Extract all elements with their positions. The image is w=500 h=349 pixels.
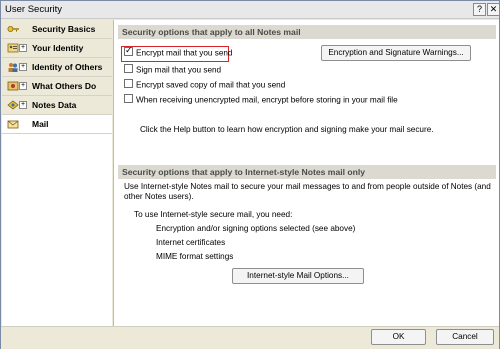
section-header-internet-mail: Security options that apply to Internet-…	[118, 165, 496, 179]
shield-icon	[7, 81, 19, 91]
window-title: User Security	[5, 4, 63, 15]
checkbox[interactable]	[124, 94, 133, 104]
expand-toggle[interactable]: +	[19, 101, 27, 109]
user-security-dialog: User Security ? ✕ Security Basics + Your…	[0, 0, 500, 349]
checkbox-label: Encrypt saved copy of mail that you send	[136, 80, 286, 90]
expand-toggle[interactable]: +	[19, 44, 27, 52]
encryption-warnings-button[interactable]: Encryption and Signature Warnings...	[321, 45, 471, 61]
help-button[interactable]: ?	[473, 3, 486, 16]
sidebar-item-identity-of-others[interactable]: + Identity of Others	[2, 58, 112, 77]
sidebar-item-label: What Others Do	[32, 81, 97, 91]
sidebar-item-label: Security Basics	[32, 24, 96, 34]
mail-settings-panel: Security options that apply to all Notes…	[113, 20, 499, 326]
sign-mail-checkbox[interactable]: Sign mail that you send	[124, 64, 222, 77]
ok-button[interactable]: OK	[371, 329, 426, 345]
sidebar-item-security-basics[interactable]: Security Basics	[2, 20, 112, 39]
expand-toggle[interactable]: +	[19, 82, 27, 90]
title-bar: User Security ? ✕	[1, 1, 500, 19]
dialog-footer: OK Cancel	[1, 326, 499, 349]
internet-mail-options-button[interactable]: Internet-style Mail Options...	[232, 268, 364, 284]
checkbox-label: Encrypt mail that you send	[136, 48, 233, 58]
checkbox-checked[interactable]	[124, 45, 133, 57]
mail-envelope-icon	[7, 120, 19, 129]
section-header-notes-mail: Security options that apply to all Notes…	[118, 25, 496, 39]
sidebar-item-label: Identity of Others	[32, 62, 103, 72]
sidebar-item-label: Notes Data	[32, 100, 77, 110]
internet-intro-text: Use Internet-style Notes mail to secure …	[124, 182, 491, 201]
checkbox[interactable]	[124, 64, 133, 74]
encrypt-mail-checkbox[interactable]: Encrypt mail that you send	[124, 45, 233, 60]
sidebar-item-mail[interactable]: Mail	[2, 115, 112, 134]
people-icon	[8, 63, 18, 72]
sidebar-item-label: Your Identity	[32, 43, 84, 53]
cancel-button[interactable]: Cancel	[436, 329, 494, 345]
requirement-item: Encryption and/or signing options select…	[156, 224, 356, 233]
sidebar-item-what-others-do[interactable]: + What Others Do	[2, 77, 112, 96]
help-text: Click the Help button to learn how encry…	[140, 125, 434, 134]
checkbox[interactable]	[124, 79, 133, 89]
sidebar: Security Basics + Your Identity + Identi…	[2, 20, 112, 326]
requirement-item: MIME format settings	[156, 252, 234, 261]
id-card-icon	[7, 43, 19, 53]
checkbox-label: When receiving unencrypted mail, encrypt…	[136, 95, 398, 105]
encrypt-incoming-checkbox[interactable]: When receiving unencrypted mail, encrypt…	[124, 94, 398, 107]
sidebar-item-label: Mail	[32, 119, 49, 129]
checkbox-label: Sign mail that you send	[136, 65, 222, 75]
database-icon	[7, 100, 19, 110]
requirements-title: To use Internet-style secure mail, you n…	[134, 210, 293, 219]
close-button[interactable]: ✕	[487, 3, 500, 16]
expand-toggle[interactable]: +	[19, 63, 27, 71]
key-icon	[7, 26, 19, 32]
requirement-item: Internet certificates	[156, 238, 226, 247]
encrypt-saved-copy-checkbox[interactable]: Encrypt saved copy of mail that you send	[124, 79, 286, 92]
sidebar-item-your-identity[interactable]: + Your Identity	[2, 39, 112, 58]
sidebar-item-notes-data[interactable]: + Notes Data	[2, 96, 112, 115]
